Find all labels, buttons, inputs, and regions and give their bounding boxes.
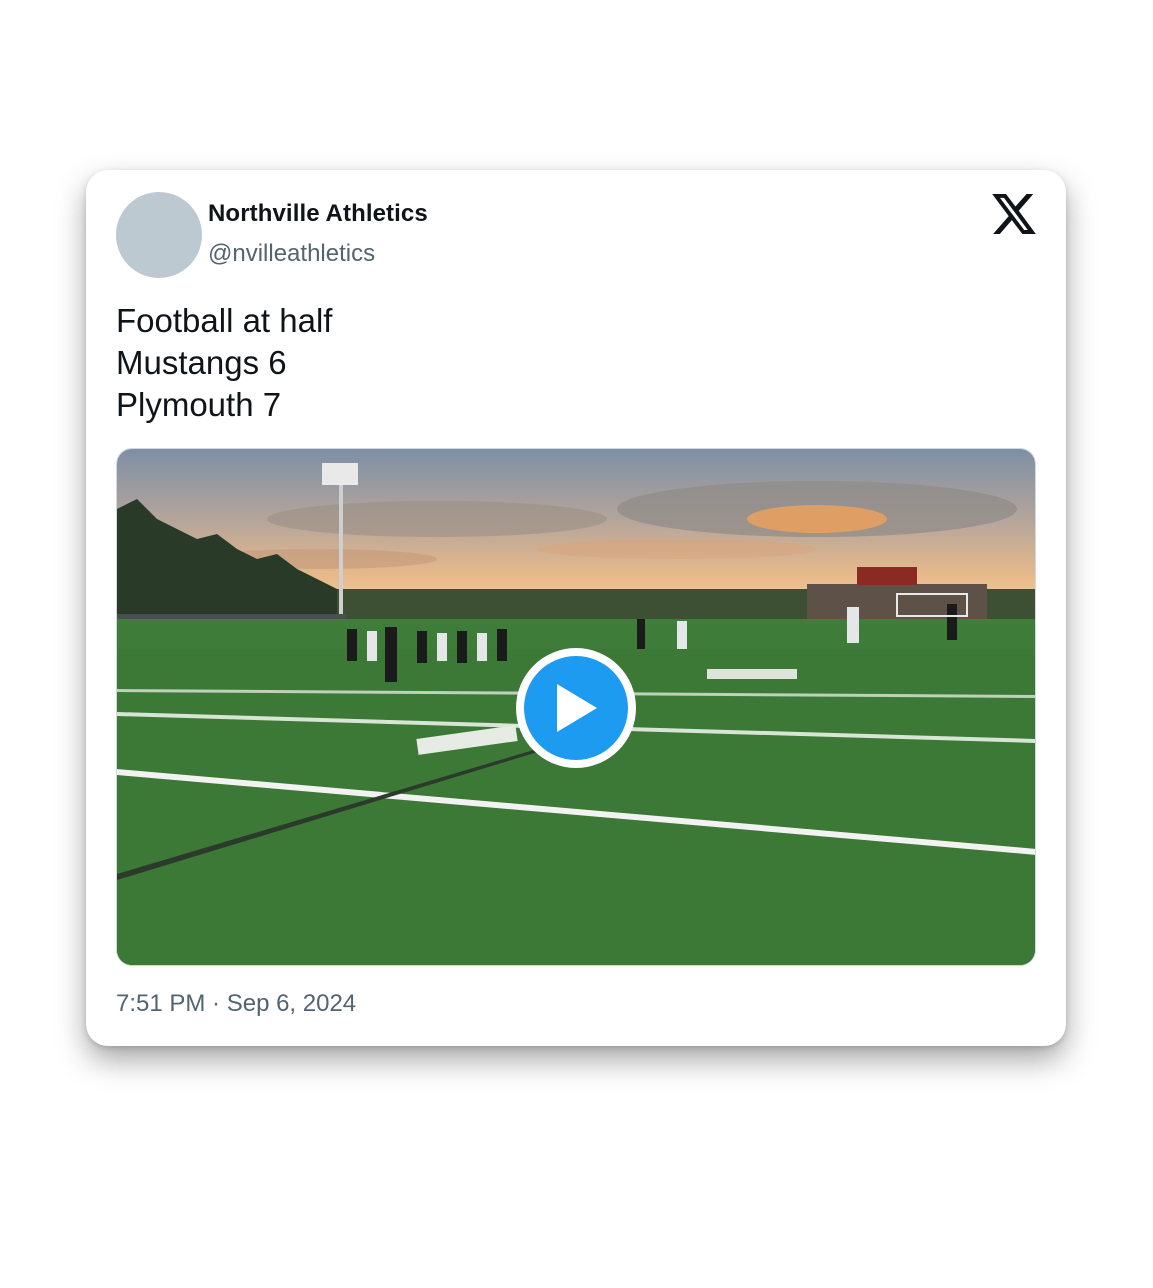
tweet-text-line: Plymouth 7 bbox=[116, 386, 282, 423]
tweet-timestamp[interactable]: 7:51 PM · Sep 6, 2024 bbox=[116, 990, 356, 1018]
play-icon bbox=[557, 684, 597, 732]
play-button[interactable] bbox=[516, 648, 636, 768]
tweet-text-line: Mustangs 6 bbox=[116, 344, 287, 381]
tweet-card: Northville Athletics @nvilleathletics Fo… bbox=[86, 170, 1066, 1046]
author-name[interactable]: Northville Athletics bbox=[208, 200, 428, 228]
x-logo-icon[interactable] bbox=[992, 194, 1036, 234]
video-thumbnail[interactable] bbox=[116, 448, 1036, 966]
tweet-text-line: Football at half bbox=[116, 302, 333, 339]
author-handle[interactable]: @nvilleathletics bbox=[208, 240, 375, 268]
tweet-text: Football at half Mustangs 6 Plymouth 7 bbox=[116, 300, 332, 426]
avatar[interactable] bbox=[116, 192, 202, 278]
